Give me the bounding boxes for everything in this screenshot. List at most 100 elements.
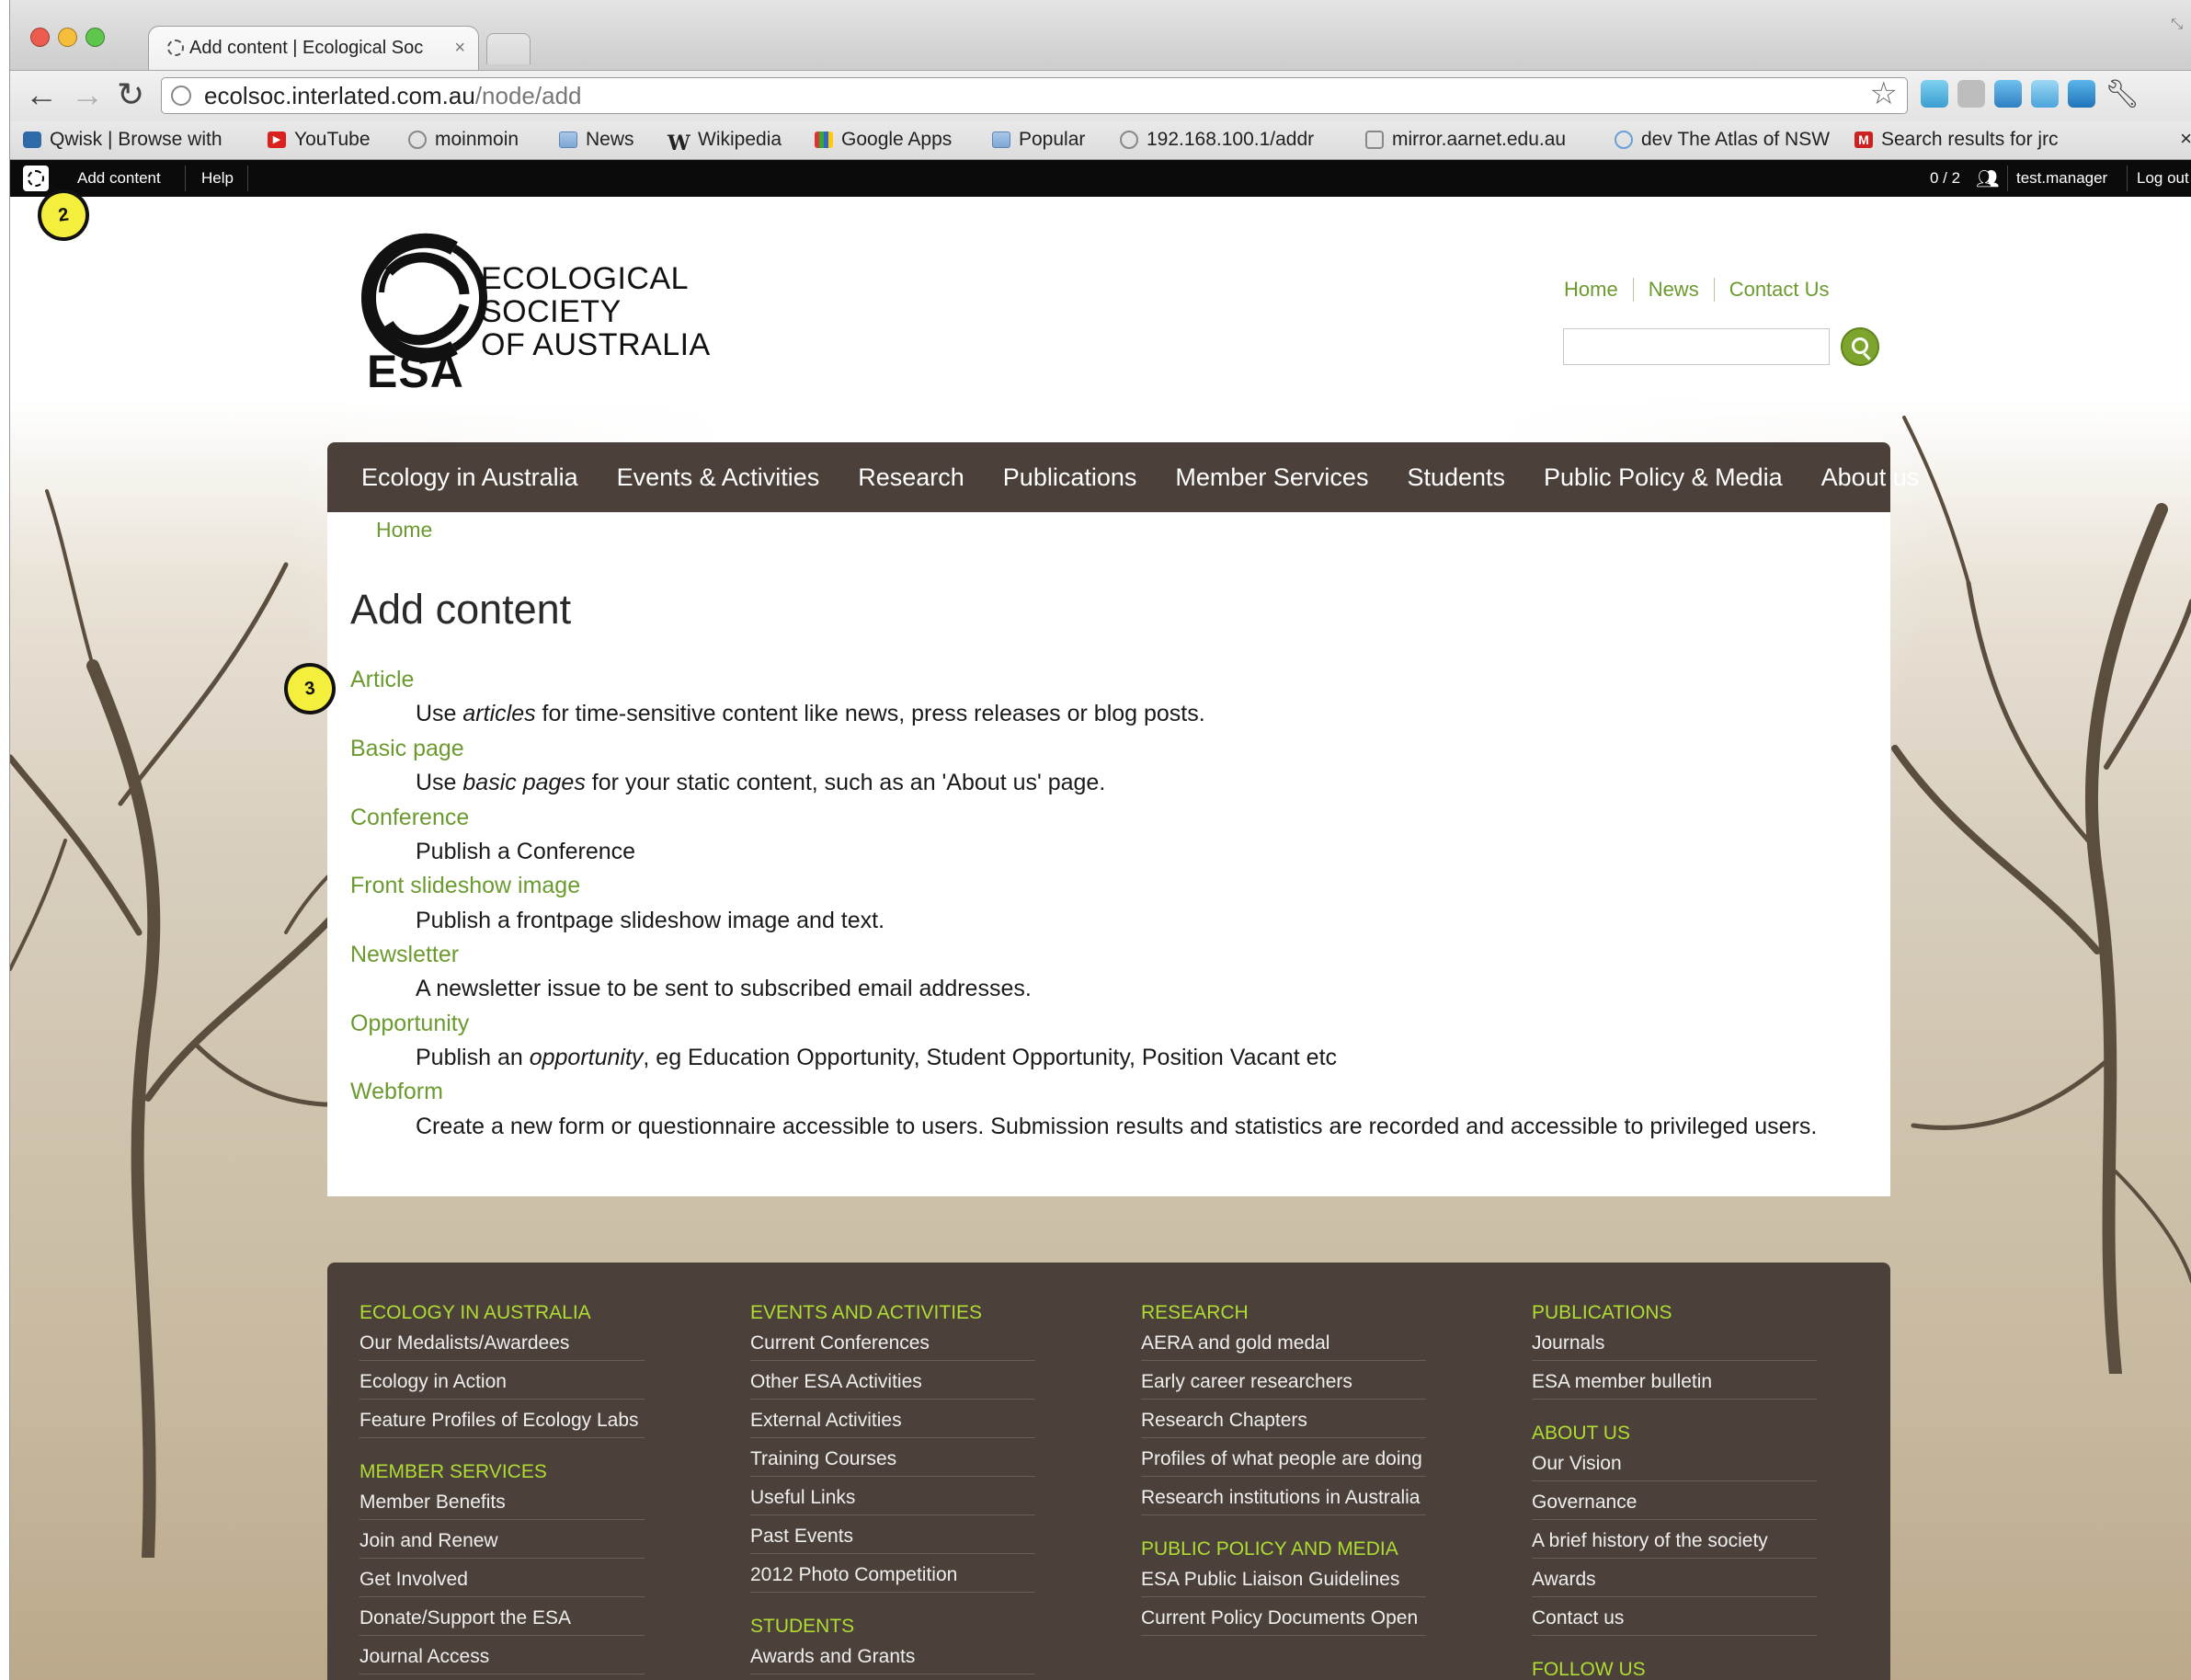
- footer-link[interactable]: Past Events: [750, 1524, 1035, 1554]
- logo-wordmark: ECOLOGICAL SOCIETY OF AUSTRALIA: [481, 262, 711, 361]
- close-window-button[interactable]: [30, 28, 50, 47]
- bookmark-mirror[interactable]: mirror.aarnet.edu.au: [1365, 129, 1566, 151]
- content-type-description: Create a new form or questionnaire acces…: [416, 1114, 1818, 1139]
- nav-item-public-policy[interactable]: Public Policy & Media: [1524, 463, 1802, 492]
- footer-link[interactable]: ESA Public Liaison Guidelines: [1141, 1567, 1426, 1597]
- nav-item-ecology[interactable]: Ecology in Australia: [342, 463, 598, 492]
- admin-help-link[interactable]: Help: [201, 169, 234, 188]
- logout-link[interactable]: Log out: [2137, 169, 2189, 188]
- bookmark-youtube[interactable]: ▶ YouTube: [268, 129, 371, 151]
- admin-home-icon[interactable]: [23, 166, 49, 191]
- footer-link[interactable]: Research Chapters: [1141, 1408, 1426, 1438]
- utility-link-home[interactable]: Home: [1551, 278, 1633, 302]
- content-type-webform-link[interactable]: Webform: [350, 1079, 443, 1105]
- footer-heading[interactable]: PUBLICATIONS: [1532, 1299, 1817, 1331]
- footer-link[interactable]: Awards: [1532, 1567, 1817, 1597]
- extension-icon[interactable]: [1994, 80, 2022, 108]
- content-type-newsletter-link[interactable]: Newsletter: [350, 942, 459, 968]
- footer-heading[interactable]: FOLLOW US: [1532, 1656, 1817, 1680]
- nav-item-research[interactable]: Research: [839, 463, 984, 492]
- footer-link[interactable]: Training Courses: [750, 1446, 1035, 1477]
- footer-link[interactable]: External Activities: [750, 1408, 1035, 1438]
- footer-link[interactable]: Journals: [1532, 1331, 1817, 1361]
- content-type-slideshow-link[interactable]: Front slideshow image: [350, 873, 580, 899]
- footer-link[interactable]: Donate/Support the ESA: [359, 1606, 645, 1636]
- footer-link[interactable]: A brief history of the society: [1532, 1528, 1817, 1559]
- admin-add-content-link[interactable]: Add content: [77, 169, 161, 188]
- bookmarks-close-icon[interactable]: ×: [2180, 127, 2191, 151]
- forward-arrow-icon[interactable]: →: [71, 78, 104, 111]
- footer-heading[interactable]: ABOUT US: [1532, 1420, 1817, 1451]
- bookmark-moinmoin[interactable]: moinmoin: [408, 129, 519, 151]
- logo-abbreviation: ESA: [367, 346, 464, 397]
- nav-item-about[interactable]: About us: [1802, 463, 1939, 492]
- footer-link[interactable]: Contact us: [1532, 1606, 1817, 1636]
- restore-icon[interactable]: ⤡: [2171, 17, 2183, 33]
- footer-link[interactable]: Get Involved: [359, 1567, 645, 1597]
- footer-link[interactable]: Governance: [1532, 1490, 1817, 1520]
- bookmark-atlas[interactable]: dev The Atlas of NSW: [1615, 129, 1830, 151]
- new-tab-button[interactable]: [486, 33, 531, 64]
- extension-icon[interactable]: [1957, 80, 1985, 108]
- footer-link[interactable]: Useful Links: [750, 1485, 1035, 1515]
- reload-icon[interactable]: ↻: [117, 78, 144, 111]
- footer-link[interactable]: 2012 Photo Competition: [750, 1562, 1035, 1593]
- nav-item-publications[interactable]: Publications: [984, 463, 1157, 492]
- footer-link[interactable]: Journal Access: [359, 1644, 645, 1674]
- footer-link[interactable]: Feature Profiles of Ecology Labs: [359, 1408, 645, 1438]
- content-type-basic-page-link[interactable]: Basic page: [350, 736, 464, 762]
- bookmark-folder-news[interactable]: News: [559, 129, 634, 151]
- content-type-conference-link[interactable]: Conference: [350, 805, 469, 831]
- footer-link[interactable]: Member Benefits: [359, 1490, 645, 1520]
- footer-link[interactable]: Early career researchers: [1141, 1369, 1426, 1400]
- username-link[interactable]: test.manager: [2016, 169, 2107, 188]
- active-tab[interactable]: Add content | Ecological Soc ×: [148, 26, 479, 70]
- footer-heading[interactable]: STUDENTS: [750, 1613, 1035, 1644]
- back-arrow-icon[interactable]: ←: [25, 78, 58, 111]
- utility-link-contact[interactable]: Contact Us: [1713, 278, 1844, 302]
- footer-link[interactable]: Current Policy Documents Open: [1141, 1606, 1426, 1636]
- bookmark-qwisk[interactable]: Qwisk | Browse with: [23, 129, 223, 151]
- footer-link[interactable]: Our Medalists/Awardees: [359, 1331, 645, 1361]
- wrench-icon[interactable]: 🔧︎: [2105, 78, 2140, 111]
- bookmark-google-apps[interactable]: Google Apps: [815, 129, 952, 151]
- minimize-window-button[interactable]: [58, 28, 77, 47]
- footer-link[interactable]: AERA and gold medal: [1141, 1331, 1426, 1361]
- zoom-window-button[interactable]: [86, 28, 105, 47]
- footer-heading[interactable]: PUBLIC POLICY AND MEDIA: [1141, 1536, 1426, 1567]
- bookmark-wikipedia[interactable]: W Wikipedia: [668, 129, 782, 155]
- footer-link[interactable]: Join and Renew: [359, 1528, 645, 1559]
- content-type-article-link[interactable]: Article: [350, 667, 414, 693]
- footer-heading[interactable]: RESEARCH: [1141, 1299, 1426, 1331]
- breadcrumb[interactable]: Home: [376, 518, 432, 543]
- footer-link[interactable]: Ecology in Action: [359, 1369, 645, 1400]
- footer-link[interactable]: Other ESA Activities: [750, 1369, 1035, 1400]
- footer-heading[interactable]: ECOLOGY IN AUSTRALIA: [359, 1299, 645, 1331]
- footer-link[interactable]: Current Conferences: [750, 1331, 1035, 1361]
- tab-strip: Add content | Ecological Soc × ⤡: [10, 0, 2191, 70]
- footer-heading[interactable]: MEMBER SERVICES: [359, 1458, 645, 1490]
- content-type-opportunity-link[interactable]: Opportunity: [350, 1011, 469, 1037]
- footer-heading[interactable]: EVENTS AND ACTIVITIES: [750, 1299, 1035, 1331]
- footer-column: RESEARCH AERA and gold medal Early caree…: [1141, 1299, 1426, 1644]
- bookmark-folder-popular[interactable]: Popular: [992, 129, 1085, 151]
- search-icon[interactable]: [1841, 327, 1879, 366]
- footer-link[interactable]: Research institutions in Australia: [1141, 1485, 1426, 1515]
- footer-link[interactable]: Our Vision: [1532, 1451, 1817, 1481]
- extension-icon[interactable]: [2031, 80, 2059, 108]
- search-input[interactable]: [1563, 328, 1830, 365]
- footer-link[interactable]: Profiles of what people are doing: [1141, 1446, 1426, 1477]
- tab-close-icon[interactable]: ×: [454, 38, 465, 59]
- extension-icon[interactable]: [1921, 80, 1948, 108]
- nav-item-member-services[interactable]: Member Services: [1156, 463, 1387, 492]
- footer-link[interactable]: ESA member bulletin: [1532, 1369, 1817, 1400]
- bookmark-search-results[interactable]: M Search results for jrc: [1854, 129, 2059, 151]
- bookmark-star-icon[interactable]: ☆: [1870, 76, 1898, 111]
- nav-item-students[interactable]: Students: [1387, 463, 1524, 492]
- nav-item-events[interactable]: Events & Activities: [598, 463, 839, 492]
- extension-icon[interactable]: [2068, 80, 2095, 108]
- footer-link[interactable]: Awards and Grants: [750, 1644, 1035, 1674]
- address-bar[interactable]: ecolsoc.interlated.com.au/node/add ☆: [161, 76, 1908, 114]
- bookmark-router[interactable]: 192.168.100.1/addr: [1120, 129, 1314, 151]
- utility-link-news[interactable]: News: [1632, 278, 1714, 302]
